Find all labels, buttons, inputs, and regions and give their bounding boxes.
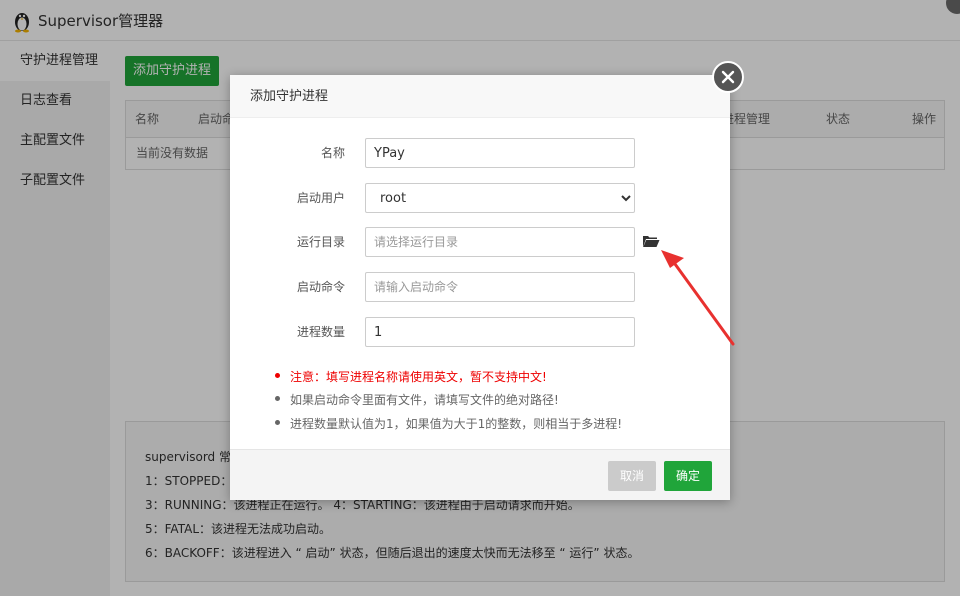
- dir-label: 运行目录: [296, 235, 345, 249]
- count-label: 进程数量: [296, 325, 345, 339]
- note-item: 注意：填写进程名称请使用英文，暂不支持中文!: [275, 368, 547, 385]
- process-count-input[interactable]: [365, 317, 635, 347]
- name-label: 名称: [320, 146, 345, 160]
- dialog-footer: 取消 确定: [230, 449, 730, 500]
- name-input[interactable]: [365, 138, 635, 168]
- dialog-title: 添加守护进程: [250, 89, 329, 104]
- cancel-button[interactable]: 取消: [608, 461, 656, 491]
- command-label: 启动命令: [296, 280, 345, 294]
- user-select[interactable]: root: [365, 183, 635, 213]
- note-item: 如果启动命令里面有文件，请填写文件的绝对路径!: [275, 391, 559, 408]
- start-command-input[interactable]: [365, 272, 635, 302]
- folder-open-icon[interactable]: [642, 234, 660, 248]
- run-directory-input[interactable]: [365, 227, 635, 257]
- confirm-button[interactable]: 确定: [664, 461, 712, 491]
- add-process-dialog: 添加守护进程 名称 启动用户 root 运行目录 启动命令 进程数量 注意：填写…: [230, 61, 744, 500]
- dialog-header: 添加守护进程: [230, 75, 730, 118]
- user-label: 启动用户: [296, 191, 345, 205]
- note-item: 进程数量默认值为1，如果值为大于1的整数，则相当于多进程!: [275, 415, 622, 432]
- close-icon[interactable]: [712, 61, 744, 93]
